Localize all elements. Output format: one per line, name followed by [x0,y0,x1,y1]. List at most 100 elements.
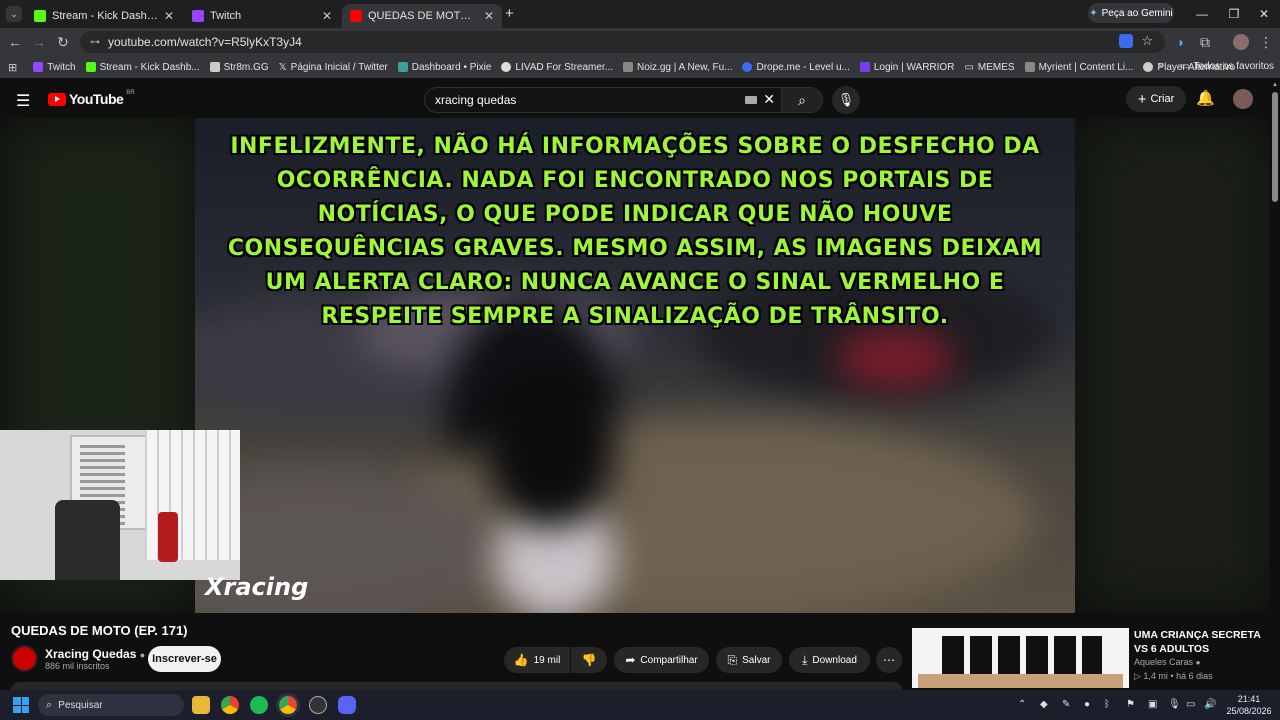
microphone-arm [158,512,178,562]
tab-kick-dashboard[interactable]: Stream - Kick Dashboard ✕ [26,4,182,28]
bookmark-label: Str8m.GG [223,61,269,73]
scroll-up-arrow-icon[interactable]: ▲ [1272,82,1278,88]
dislike-button[interactable]: 👎 [571,647,607,673]
bookmark-twitter[interactable]: 𝕏 Página Inicial / Twitter [279,62,388,73]
system-clock[interactable]: 21:41 25/08/2026 [1224,693,1274,717]
keyboard-icon[interactable] [745,96,757,104]
voice-search-button[interactable]: 🎙 [832,86,860,114]
bookmark-drope[interactable]: Drope.me - Level u... [742,61,850,73]
site-info-icon[interactable]: ⊶ [90,37,100,48]
extension-icon[interactable]: ◗ [1170,32,1192,52]
microphone-icon: 🎙 [837,92,855,107]
bookmark-label: Todos os favoritos [1193,61,1275,72]
more-dots-icon: ⋯ [883,653,895,667]
bookmark-star-icon[interactable]: ☆ [1141,33,1153,49]
apps-grid-icon[interactable]: ⊞ [8,61,17,74]
install-app-icon[interactable] [1119,34,1133,48]
bluetooth-icon[interactable]: ᛒ [1104,699,1110,710]
close-icon[interactable]: ✕ [164,9,174,23]
bookmark-icon: ⎘ [727,652,738,667]
recommended-video-title[interactable]: UMA CRIANÇA SECRETA VS 6 ADULTOS [1134,628,1269,656]
menu-kebab-icon[interactable]: ⋮ [1255,32,1277,52]
network-icon[interactable]: ▭ [1186,699,1195,710]
create-button[interactable]: + Criar [1126,86,1186,112]
close-icon[interactable]: ✕ [322,9,332,23]
search-query: xracing quedas [435,93,517,107]
bookmark-pixie[interactable]: Dashboard • Pixie [397,62,491,73]
minimize-button[interactable]: — [1186,4,1218,24]
file-explorer-icon[interactable] [192,696,210,714]
save-label: Salvar [742,654,771,666]
recommended-video-thumbnail[interactable] [912,628,1129,688]
profile-avatar[interactable] [1233,34,1249,50]
bookmark-folder-memes[interactable]: ▭ MEMES [964,62,1014,73]
share-button[interactable]: ➦ Compartilhar [614,647,709,673]
window-close-button[interactable]: ✕ [1248,4,1280,24]
tray-app-icon[interactable]: ✎ [1062,699,1070,710]
discord-icon[interactable] [338,696,356,714]
bookmark-myrient[interactable]: Myrient | Content Li... [1024,62,1133,73]
share-arrow-icon: ➦ [625,653,636,667]
account-avatar[interactable] [1233,89,1253,109]
windows-start-icon[interactable] [13,697,29,713]
close-icon[interactable]: ✕ [484,9,494,23]
video-frame[interactable]: Infelizmente, não há informações sobre o… [195,118,1075,613]
description-box[interactable] [11,682,902,690]
forward-button[interactable]: → [28,32,50,52]
reload-button[interactable]: ↻ [52,32,74,52]
all-bookmarks-folder[interactable]: ▭ Todos os favoritos [1180,61,1274,72]
channel-avatar[interactable] [11,645,38,672]
tray-app-icon[interactable]: ▣ [1148,699,1157,710]
tab-twitch[interactable]: Twitch ✕ [184,4,340,28]
bookmark-kick[interactable]: Stream - Kick Dashb... [85,62,200,73]
bookmark-noiz[interactable]: Noiz.gg | A New, Fu... [623,62,732,73]
tab-youtube-video[interactable]: QUEDAS DE MOTO (EP. 171) - YouTube ✕ [342,4,502,28]
tray-app-icon[interactable]: ◆ [1040,699,1048,710]
download-button[interactable]: ⤓ Download [789,647,870,673]
search-button[interactable]: ⌕ [781,87,823,113]
tray-app-icon[interactable]: ⚑ [1126,699,1135,710]
back-button[interactable]: ← [4,32,26,52]
bookmark-livad[interactable]: LIVAD For Streamer... [501,62,613,73]
recommended-video-meta: ▷ 1,4 mi • há 6 dias [1134,671,1213,682]
volume-icon[interactable]: 🔊 [1204,699,1216,710]
more-bookmarks-chevron-icon[interactable]: » [1158,60,1164,72]
chrome-icon[interactable] [221,696,239,714]
clear-search-icon[interactable]: ✕ [763,91,775,108]
bookmark-warrior[interactable]: Login | WARRIOR [859,62,954,73]
microphone-tray-icon[interactable]: 🎙 [1168,699,1181,710]
bookmarks-bar: ⊞ Twitch Stream - Kick Dashb... Str8m.GG… [0,56,1280,78]
tray-app-icon[interactable]: ● [1084,699,1090,710]
notifications-bell-icon[interactable]: 🔔 [1196,89,1215,107]
obs-icon[interactable] [309,696,327,714]
verified-check-icon: ● [1195,658,1201,667]
video-player[interactable]: Infelizmente, não há informações sobre o… [0,118,1270,613]
new-tab-button[interactable]: + [505,5,514,22]
maximize-button[interactable]: ❐ [1218,4,1250,24]
bookmark-label: Página Inicial / Twitter [290,61,388,73]
recommended-channel-name[interactable]: Aqueles Caras ● [1134,657,1200,667]
page-scrollbar[interactable]: ▲ [1270,80,1280,690]
scrollbar-thumb[interactable] [1272,92,1278,202]
save-button[interactable]: ⎘ Salvar [716,647,782,673]
channel-name[interactable]: Xracing Quedas ● [45,647,145,661]
extensions-puzzle-icon[interactable]: ⧉ [1194,32,1216,52]
youtube-logo[interactable]: YouTube BR [48,90,135,107]
hamburger-menu-icon[interactable]: ☰ [16,91,30,111]
recommended-meta-text: 1,4 mi • há 6 dias [1143,671,1213,681]
bookmark-label: Drope.me - Level u... [756,61,850,73]
tray-overflow-chevron-icon[interactable]: ⌃ [1018,699,1026,710]
more-actions-button[interactable]: ⋯ [876,647,902,673]
gaming-chair [55,500,120,580]
bookmark-str8m[interactable]: Str8m.GG [209,61,269,73]
address-bar[interactable]: ⊶ youtube.com/watch?v=R5lyKxT3yJ4 ☆ [80,31,1165,53]
taskbar-search[interactable]: ⌕ Pesquisar [38,694,184,716]
chrome-active-icon[interactable] [279,696,297,714]
gemini-button[interactable]: ✦ Peça ao Gemini [1088,3,1174,23]
tab-search-button[interactable]: ⌄ [6,6,22,22]
spotify-icon[interactable] [250,696,268,714]
bookmark-twitch[interactable]: Twitch [33,62,76,73]
like-button[interactable]: 👍 19 mil [504,647,570,673]
subscribe-button[interactable]: Inscrever-se [148,646,221,672]
search-input[interactable]: xracing quedas ✕ [424,87,781,113]
